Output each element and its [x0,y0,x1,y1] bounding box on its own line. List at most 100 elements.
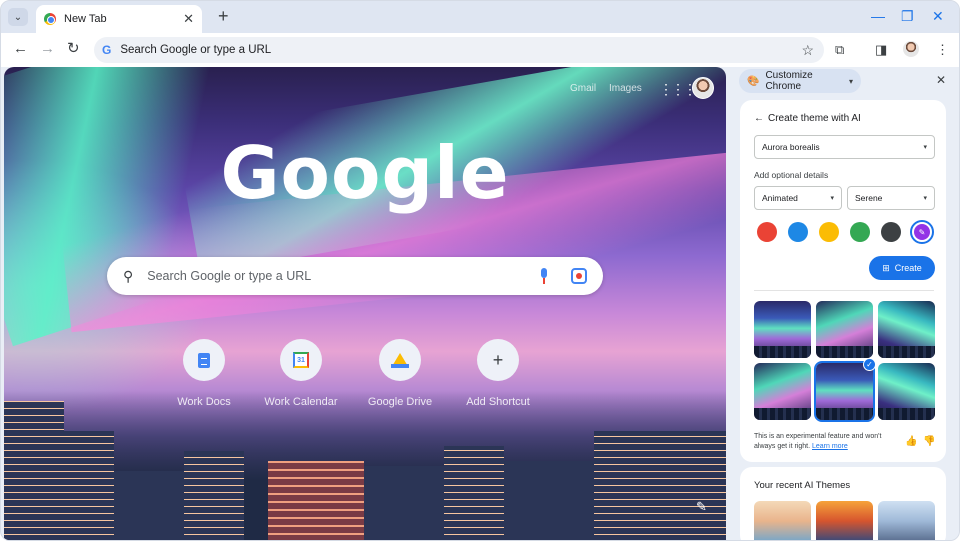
shortcut-tile: + [477,339,519,381]
generated-theme-thumbnail[interactable] [754,363,811,420]
omnibox-text: Search Google or type a URL [120,44,272,56]
building [444,446,504,540]
caret-down-icon: ▾ [830,195,834,202]
subject-dropdown[interactable]: Aurora borealis ▾ [754,135,935,159]
building [184,451,244,540]
thumb-skyline [878,346,935,358]
shortcut-label: Work Docs [177,396,231,408]
images-link[interactable]: Images [609,83,642,94]
color-swatch-red[interactable] [757,222,777,242]
google-lens-icon[interactable] [571,268,587,284]
google-drive-icon [391,352,409,368]
microphone-icon[interactable] [539,268,549,284]
chrome-icon [44,13,56,25]
google-g-icon: G [102,43,112,57]
tab-new-tab[interactable]: New Tab ✕ [36,5,202,33]
generated-theme-thumbnail-selected[interactable] [814,361,875,422]
menu-kebab-icon[interactable]: ⋮ [936,42,949,58]
shortcut-label: Add Shortcut [466,396,530,408]
back-arrow-icon[interactable]: ← [13,41,28,57]
generated-theme-thumbnail[interactable] [816,301,873,358]
customize-side-panel: 🎨 Customize Chrome ▾ ✕ ← Create theme wi… [729,67,959,540]
plus-icon: + [492,349,504,370]
recent-theme-thumbnail[interactable] [878,501,935,540]
create-label: Create [894,263,922,273]
shortcut-work-calendar[interactable]: 31 Work Calendar [251,339,351,408]
google-logo: Google [220,131,510,215]
generated-theme-thumbnail[interactable] [878,301,935,358]
shortcut-label: Google Drive [367,396,433,408]
ntp-profile-avatar[interactable] [692,77,714,99]
thumbs-down-icon[interactable]: 👎 [923,436,935,447]
side-panel-close-icon[interactable]: ✕ [936,73,946,87]
building [4,401,64,540]
shortcut-work-docs[interactable]: Work Docs [154,339,254,408]
search-placeholder: Search Google or type a URL [147,269,312,283]
window-close-icon[interactable]: ✕ [932,8,944,24]
red-building [268,461,364,540]
customize-pencil-icon[interactable]: ✎ [696,499,707,515]
generated-theme-thumbnail[interactable] [754,301,811,358]
side-panel-selector[interactable]: 🎨 Customize Chrome ▾ [739,69,861,93]
new-tab-page: Gmail Images ⋮⋮⋮ Google ⚲ Search Google … [4,67,726,540]
minimize-icon[interactable]: — [871,8,885,24]
shortcut-label: Work Calendar [264,396,338,408]
thumbs-up-icon[interactable]: 👍 [905,436,917,447]
thumb-skyline [816,346,873,358]
mood-value: Serene [855,193,883,203]
tab-close-icon[interactable]: ✕ [183,11,194,27]
color-swatch-gray[interactable] [881,222,901,242]
building [594,431,726,540]
tab-title: New Tab [64,13,107,25]
back-arrow-icon[interactable]: ← [754,113,764,124]
subject-value: Aurora borealis [762,142,820,152]
color-swatch-yellow[interactable] [819,222,839,242]
recent-theme-thumbnail[interactable] [816,501,873,540]
shortcut-tile [183,339,225,381]
tab-strip: ⌄ New Tab ✕ + — ❐ ✕ [1,1,959,33]
divider [754,290,934,291]
tab-search-button[interactable]: ⌄ [8,8,28,26]
forward-arrow-icon[interactable]: → [40,41,55,57]
style-dropdown[interactable]: Animated ▾ [754,186,842,210]
add-image-icon: ⊞ [882,262,890,273]
apps-grid-icon[interactable]: ⋮⋮⋮ [659,81,697,98]
side-panel-icon[interactable]: ◨ [875,42,887,58]
style-value: Animated [762,193,798,203]
omnibox[interactable]: G Search Google or type a URL ☆ [94,37,824,63]
gmail-link[interactable]: Gmail [570,83,596,94]
ntp-search-box[interactable]: ⚲ Search Google or type a URL [107,257,603,295]
optional-details-label: Add optional details [754,170,829,180]
ai-theme-card: ← Create theme with AI Aurora borealis ▾… [740,100,946,462]
caret-down-icon: ▾ [848,76,853,86]
search-icon: ⚲ [123,267,134,284]
mood-dropdown[interactable]: Serene ▾ [847,186,935,210]
caret-down-icon: ▾ [923,144,927,151]
shortcut-tile: 31 [280,339,322,381]
shortcut-tile [379,339,421,381]
new-tab-button[interactable]: + [218,7,229,25]
shortcut-google-drive[interactable]: Google Drive [350,339,450,408]
building [114,471,184,540]
color-swatch-green[interactable] [850,222,870,242]
eyedropper-icon: ✎ [914,224,930,240]
create-button[interactable]: ⊞ Create [869,256,935,280]
palette-icon: 🎨 [747,75,760,87]
thumb-skyline [754,346,811,358]
city-skyline [4,391,726,540]
recent-themes-heading: Your recent AI Themes [754,480,851,491]
extensions-icon[interactable]: ⧉ [835,42,844,58]
recent-theme-thumbnail[interactable] [754,501,811,540]
thumb-skyline [816,408,873,420]
custom-color-swatch[interactable]: ✎ [910,220,934,244]
experimental-note: This is an experimental feature and won'… [754,432,894,452]
color-swatch-blue[interactable] [788,222,808,242]
generated-theme-thumbnail[interactable] [878,363,935,420]
learn-more-link[interactable]: Learn more [812,443,848,450]
bookmark-star-icon[interactable]: ☆ [801,42,814,59]
profile-avatar[interactable] [903,41,919,57]
shortcut-add[interactable]: + Add Shortcut [448,339,548,408]
restore-icon[interactable]: ❐ [901,8,914,24]
reload-icon[interactable]: ↻ [67,41,80,57]
recent-themes-card: Your recent AI Themes [740,467,946,540]
